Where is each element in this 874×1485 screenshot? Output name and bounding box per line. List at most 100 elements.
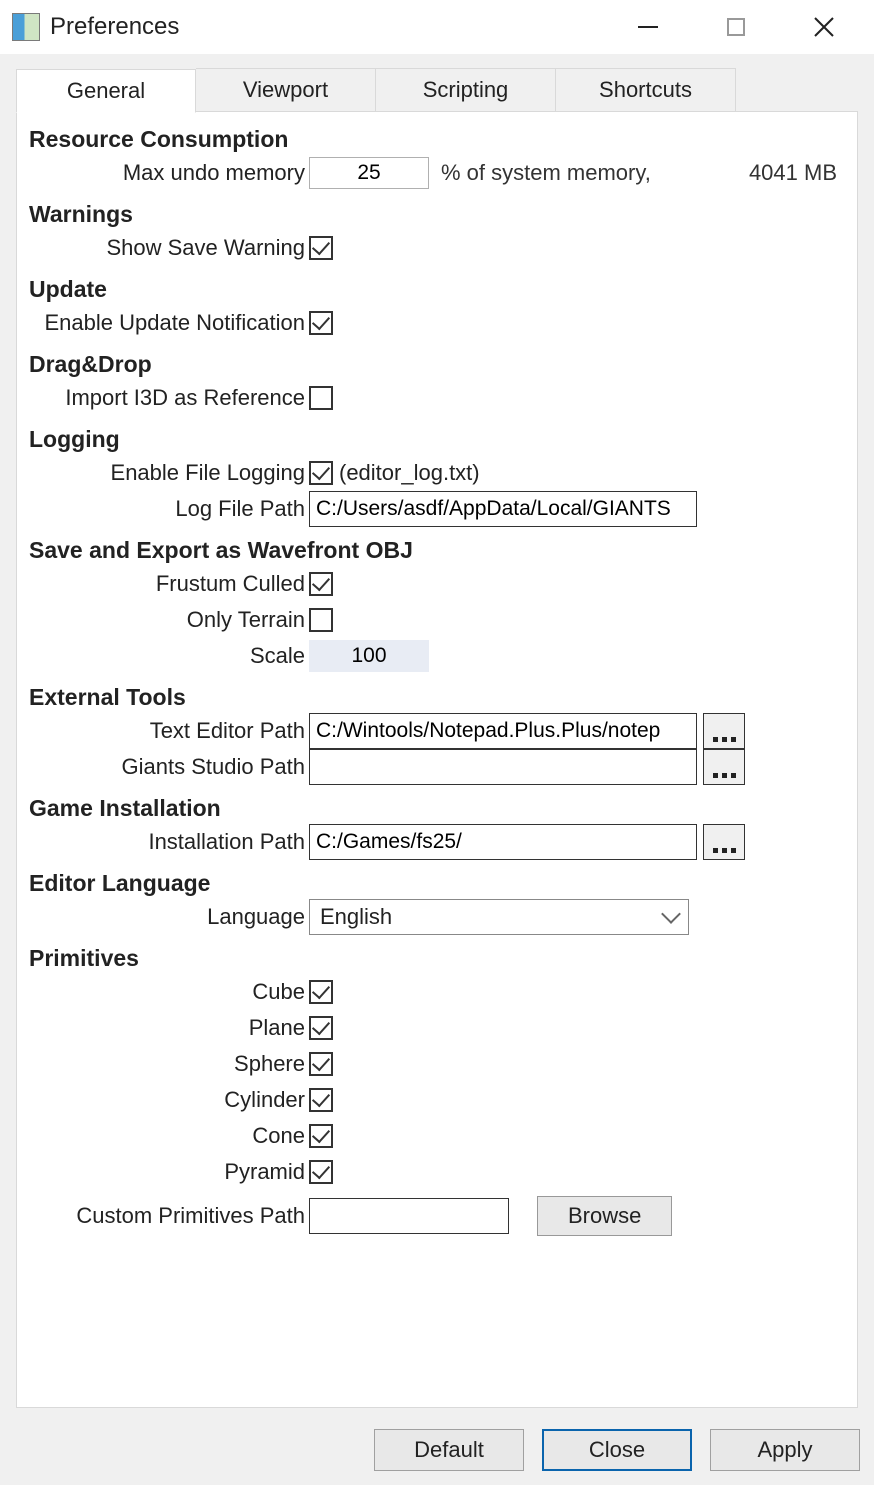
row-only-terrain: Only Terrain bbox=[29, 602, 845, 638]
heading-logging: Logging bbox=[29, 426, 845, 453]
maximize-button[interactable] bbox=[692, 0, 780, 54]
input-max-undo-memory[interactable] bbox=[309, 157, 429, 189]
chevron-down-icon bbox=[661, 904, 681, 924]
tab-scripting[interactable]: Scripting bbox=[376, 68, 556, 112]
row-show-save-warning: Show Save Warning bbox=[29, 230, 845, 266]
client-area: General Viewport Scripting Shortcuts Res… bbox=[0, 54, 874, 1415]
row-frustum-culled: Frustum Culled bbox=[29, 566, 845, 602]
label-enable-file-logging: Enable File Logging bbox=[29, 460, 309, 486]
label-cylinder: Cylinder bbox=[29, 1087, 309, 1113]
input-installation-path[interactable] bbox=[309, 824, 697, 860]
row-installation-path: Installation Path bbox=[29, 824, 845, 860]
checkbox-import-i3d[interactable] bbox=[309, 386, 333, 410]
heading-external-tools: External Tools bbox=[29, 684, 845, 711]
checkbox-sphere[interactable] bbox=[309, 1052, 333, 1076]
row-cylinder: Cylinder bbox=[29, 1082, 845, 1118]
row-sphere: Sphere bbox=[29, 1046, 845, 1082]
default-button[interactable]: Default bbox=[374, 1429, 524, 1471]
label-enable-update-notification: Enable Update Notification bbox=[29, 310, 309, 336]
browse-giants-studio-path[interactable] bbox=[703, 749, 745, 785]
window-controls bbox=[604, 0, 868, 54]
heading-update: Update bbox=[29, 276, 845, 303]
row-giants-studio-path: Giants Studio Path bbox=[29, 749, 845, 785]
tab-general[interactable]: General bbox=[16, 69, 196, 113]
row-log-file-path: Log File Path bbox=[29, 491, 845, 527]
label-text-editor-path: Text Editor Path bbox=[29, 718, 309, 744]
row-plane: Plane bbox=[29, 1010, 845, 1046]
label-giants-studio-path: Giants Studio Path bbox=[29, 754, 309, 780]
minimize-button[interactable] bbox=[604, 0, 692, 54]
checkbox-show-save-warning[interactable] bbox=[309, 236, 333, 260]
input-text-editor-path[interactable] bbox=[309, 713, 697, 749]
checkbox-only-terrain[interactable] bbox=[309, 608, 333, 632]
label-frustum-culled: Frustum Culled bbox=[29, 571, 309, 597]
row-max-undo-memory: Max undo memory % of system memory, 4041… bbox=[29, 155, 845, 191]
heading-dragdrop: Drag&Drop bbox=[29, 351, 845, 378]
browse-installation-path[interactable] bbox=[703, 824, 745, 860]
row-cube: Cube bbox=[29, 974, 845, 1010]
close-window-button[interactable] bbox=[780, 0, 868, 54]
row-enable-update-notification: Enable Update Notification bbox=[29, 305, 845, 341]
checkbox-pyramid[interactable] bbox=[309, 1160, 333, 1184]
heading-game-installation: Game Installation bbox=[29, 795, 845, 822]
row-enable-file-logging: Enable File Logging (editor_log.txt) bbox=[29, 455, 845, 491]
heading-primitives: Primitives bbox=[29, 945, 845, 972]
input-log-file-path[interactable] bbox=[309, 491, 697, 527]
label-sphere: Sphere bbox=[29, 1051, 309, 1077]
app-icon bbox=[12, 13, 40, 41]
tab-panel-general: Resource Consumption Max undo memory % o… bbox=[16, 111, 858, 1408]
label-plane: Plane bbox=[29, 1015, 309, 1041]
label-cube: Cube bbox=[29, 979, 309, 1005]
checkbox-enable-update-notification[interactable] bbox=[309, 311, 333, 335]
heading-warnings: Warnings bbox=[29, 201, 845, 228]
checkbox-plane[interactable] bbox=[309, 1016, 333, 1040]
label-custom-primitives-path: Custom Primitives Path bbox=[29, 1203, 309, 1229]
heading-save-export: Save and Export as Wavefront OBJ bbox=[29, 537, 845, 564]
label-percent-suffix: % of system memory, bbox=[441, 160, 651, 186]
tab-shortcuts[interactable]: Shortcuts bbox=[556, 68, 736, 112]
titlebar: Preferences bbox=[0, 0, 874, 54]
label-scale: Scale bbox=[29, 643, 309, 669]
minimize-icon bbox=[638, 26, 658, 28]
label-pyramid: Pyramid bbox=[29, 1159, 309, 1185]
close-icon bbox=[812, 15, 836, 39]
input-scale[interactable] bbox=[309, 640, 429, 672]
checkbox-cylinder[interactable] bbox=[309, 1088, 333, 1112]
tab-viewport[interactable]: Viewport bbox=[196, 68, 376, 112]
row-pyramid: Pyramid bbox=[29, 1154, 845, 1190]
checkbox-cube[interactable] bbox=[309, 980, 333, 1004]
row-import-i3d: Import I3D as Reference bbox=[29, 380, 845, 416]
select-language[interactable]: English bbox=[309, 899, 689, 935]
label-language: Language bbox=[29, 904, 309, 930]
close-button[interactable]: Close bbox=[542, 1429, 692, 1471]
row-scale: Scale bbox=[29, 638, 845, 674]
heading-resource-consumption: Resource Consumption bbox=[29, 126, 845, 153]
apply-button[interactable]: Apply bbox=[710, 1429, 860, 1471]
tabbar: General Viewport Scripting Shortcuts bbox=[16, 68, 858, 112]
label-show-save-warning: Show Save Warning bbox=[29, 235, 309, 261]
row-text-editor-path: Text Editor Path bbox=[29, 713, 845, 749]
window-title: Preferences bbox=[50, 13, 179, 41]
browse-custom-primitives-button[interactable]: Browse bbox=[537, 1196, 672, 1236]
row-language: Language English bbox=[29, 899, 845, 935]
label-installation-path: Installation Path bbox=[29, 829, 309, 855]
label-max-undo-memory: Max undo memory bbox=[29, 160, 309, 186]
checkbox-frustum-culled[interactable] bbox=[309, 572, 333, 596]
maximize-icon bbox=[727, 18, 745, 36]
label-only-terrain: Only Terrain bbox=[29, 607, 309, 633]
dialog-footer: Default Close Apply bbox=[0, 1415, 874, 1485]
select-language-value: English bbox=[320, 904, 392, 930]
browse-text-editor-path[interactable] bbox=[703, 713, 745, 749]
checkbox-enable-file-logging[interactable] bbox=[309, 461, 333, 485]
label-import-i3d: Import I3D as Reference bbox=[29, 385, 309, 411]
input-giants-studio-path[interactable] bbox=[309, 749, 697, 785]
heading-editor-language: Editor Language bbox=[29, 870, 845, 897]
label-total-memory: 4041 MB bbox=[749, 160, 845, 186]
label-cone: Cone bbox=[29, 1123, 309, 1149]
checkbox-cone[interactable] bbox=[309, 1124, 333, 1148]
input-custom-primitives-path[interactable] bbox=[309, 1198, 509, 1234]
row-cone: Cone bbox=[29, 1118, 845, 1154]
row-custom-primitives-path: Custom Primitives Path Browse bbox=[29, 1196, 845, 1236]
hint-file-logging: (editor_log.txt) bbox=[339, 460, 480, 486]
label-log-file-path: Log File Path bbox=[29, 496, 309, 522]
